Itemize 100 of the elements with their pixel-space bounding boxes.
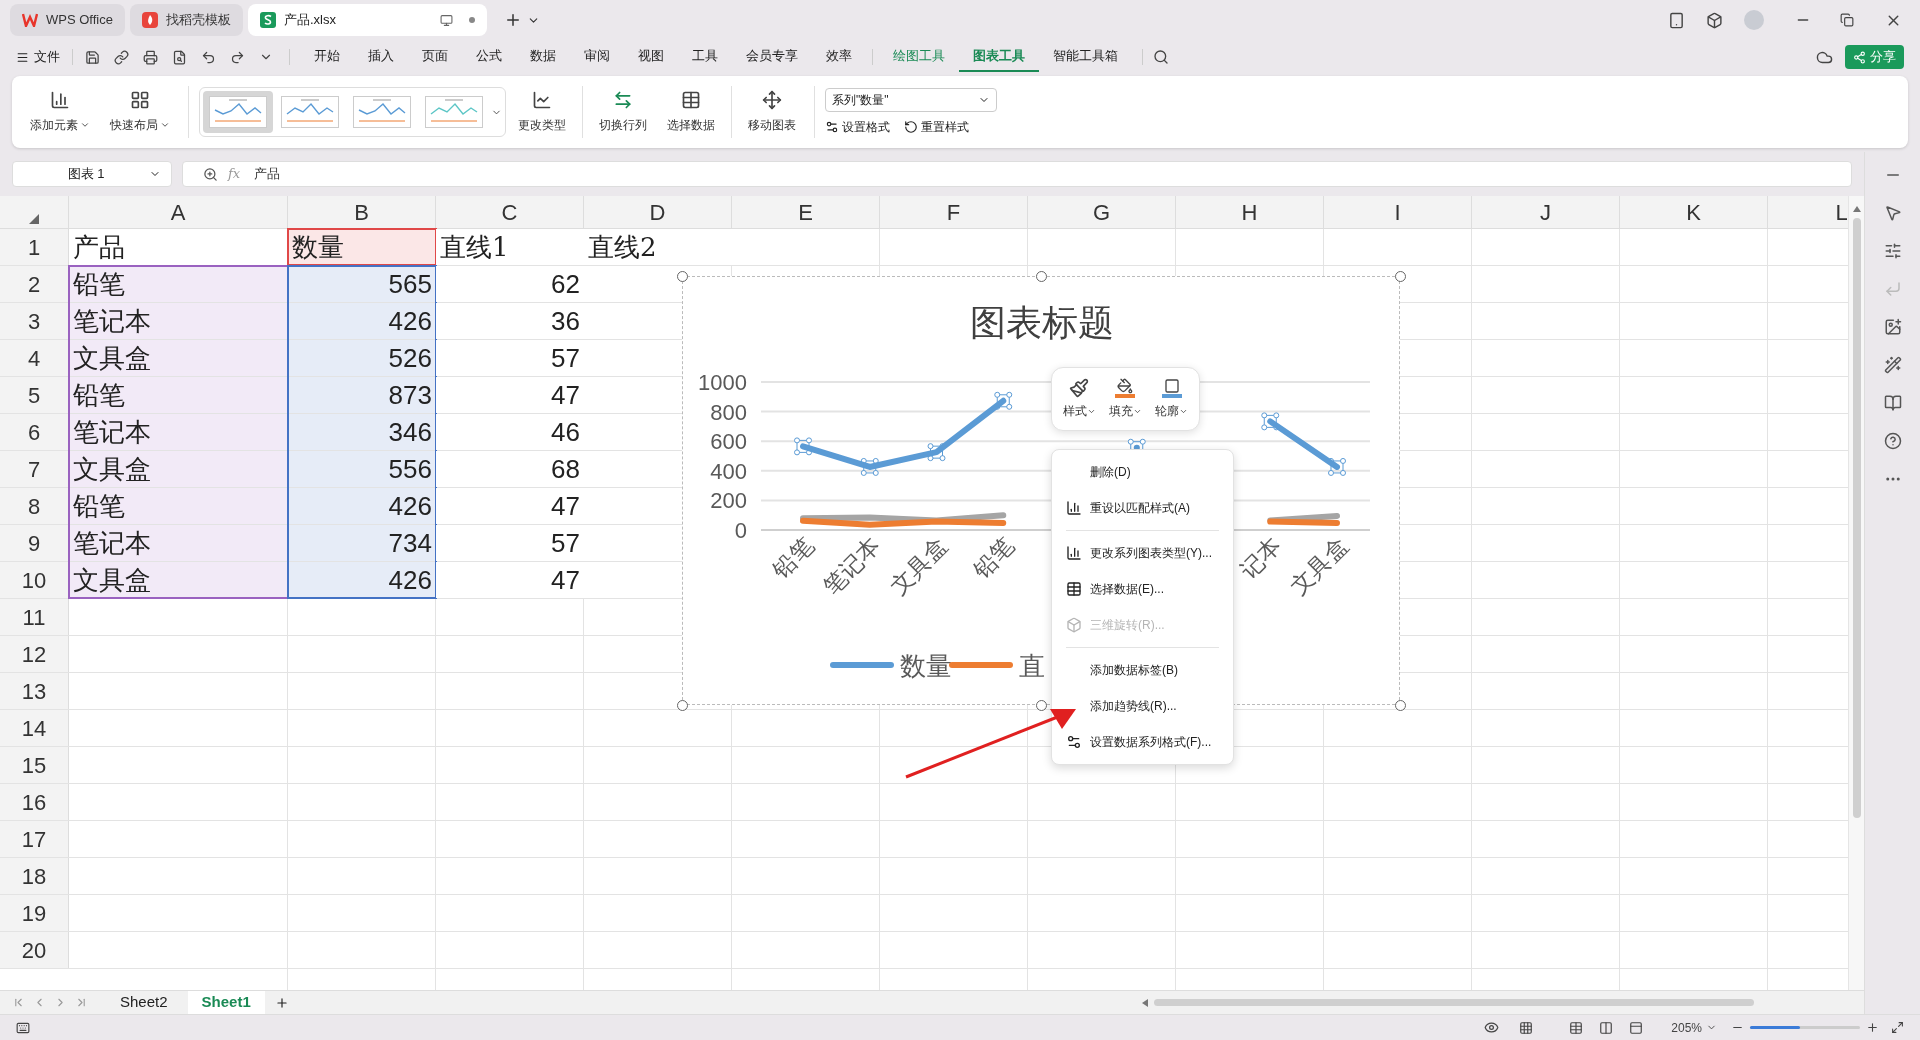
row-number[interactable]: 15 xyxy=(0,747,69,783)
sliders-icon[interactable] xyxy=(1883,242,1902,260)
ribbon-button[interactable]: 切换行列 xyxy=(591,80,655,144)
point-handle[interactable] xyxy=(1261,412,1280,431)
ribbon-button[interactable]: 快速布局 xyxy=(102,80,178,144)
point-handle[interactable] xyxy=(794,437,812,456)
ribbon-tab[interactable]: 开始 xyxy=(300,42,354,72)
ribbon-tab[interactable]: 插入 xyxy=(354,42,408,72)
restore-icon[interactable] xyxy=(1840,13,1854,27)
row-number[interactable]: 18 xyxy=(0,858,69,894)
point-handle[interactable] xyxy=(1328,457,1346,476)
column-header[interactable]: F xyxy=(880,196,1028,228)
point-handle[interactable] xyxy=(927,443,946,462)
cursor-icon[interactable] xyxy=(1883,204,1902,222)
row-number[interactable]: 14 xyxy=(0,710,69,746)
fullscreen-icon[interactable] xyxy=(1891,1021,1904,1034)
format-button[interactable]: 重置样式 xyxy=(904,118,969,136)
row-number[interactable]: 8 xyxy=(0,488,69,524)
column-header[interactable]: D xyxy=(584,196,732,228)
ribbon-tab[interactable]: 工具 xyxy=(678,42,732,72)
row-number[interactable]: 16 xyxy=(0,784,69,820)
page-view-icon[interactable] xyxy=(1599,1020,1614,1035)
keyboard-icon[interactable] xyxy=(16,1020,30,1035)
zoom-icon[interactable] xyxy=(203,166,218,182)
data-line[interactable] xyxy=(800,517,1340,528)
point-handle[interactable] xyxy=(860,457,879,476)
column-header[interactable]: H xyxy=(1176,196,1324,228)
zoom-in-icon[interactable] xyxy=(1866,1021,1879,1034)
normal-view-icon[interactable] xyxy=(1569,1020,1584,1035)
point-handle[interactable] xyxy=(994,391,1013,410)
horizontal-scrollbar[interactable] xyxy=(1154,999,1754,1006)
link-icon[interactable] xyxy=(114,49,129,65)
menu-item[interactable]: 更改系列图表类型(Y)... xyxy=(1052,535,1233,571)
row-number[interactable]: 2 xyxy=(0,266,69,302)
document-tab[interactable]: 产品.xlsx xyxy=(247,4,487,36)
column-header[interactable]: E xyxy=(732,196,880,228)
ribbon-tab[interactable]: 视图 xyxy=(624,42,678,72)
layout-view-icon[interactable] xyxy=(1629,1020,1644,1035)
column-header[interactable]: B xyxy=(288,196,436,228)
format-tool-button[interactable]: 样式 xyxy=(1062,378,1096,420)
menu-item[interactable]: 添加数据标签(B) xyxy=(1052,652,1233,688)
name-box[interactable]: 图表 1 xyxy=(12,161,172,187)
document-tab[interactable]: 找稻壳模板 xyxy=(129,4,243,36)
row-number[interactable]: 13 xyxy=(0,673,69,709)
row-number[interactable]: 3 xyxy=(0,303,69,339)
row-number[interactable]: 20 xyxy=(0,932,69,968)
search-icon[interactable] xyxy=(1153,49,1169,65)
help-icon[interactable] xyxy=(1883,432,1902,450)
zoom-slider[interactable] xyxy=(1750,1026,1860,1029)
row-number[interactable]: 1 xyxy=(0,229,69,265)
series-select[interactable]: 系列"数量" xyxy=(825,88,997,112)
row-number[interactable]: 6 xyxy=(0,414,69,450)
vertical-scrollbar[interactable] xyxy=(1852,218,1861,818)
image-icon[interactable] xyxy=(1883,318,1902,336)
row-number[interactable]: 10 xyxy=(0,562,69,598)
menu-item[interactable]: 删除(D) xyxy=(1052,454,1233,490)
preview-icon[interactable] xyxy=(172,49,187,65)
ribbon-tab[interactable]: 页面 xyxy=(408,42,462,72)
row-number[interactable]: 9 xyxy=(0,525,69,561)
row-number[interactable]: 7 xyxy=(0,451,69,487)
format-button[interactable]: 设置格式 xyxy=(825,118,890,136)
column-header[interactable]: A xyxy=(69,196,288,228)
resize-handle[interactable] xyxy=(677,271,688,282)
wand-icon[interactable] xyxy=(1883,356,1902,374)
resize-handle[interactable] xyxy=(677,700,688,711)
share-button[interactable]: 分享 xyxy=(1845,45,1904,69)
monitor-icon[interactable] xyxy=(439,13,453,27)
sheet-tab[interactable]: Sheet2 xyxy=(106,990,182,1015)
ribbon-tab[interactable]: 数据 xyxy=(516,42,570,72)
menu-item[interactable]: 重设以匹配样式(A) xyxy=(1052,490,1233,526)
formula-field[interactable]: 产品 xyxy=(254,164,281,184)
ribbon-tab[interactable]: 智能工具箱 xyxy=(1039,42,1132,72)
ribbon-tab[interactable]: 公式 xyxy=(462,42,516,72)
grid-icon[interactable] xyxy=(1519,1020,1534,1035)
column-header[interactable]: J xyxy=(1472,196,1620,228)
ribbon-button[interactable]: 选择数据 xyxy=(659,80,723,144)
column-header[interactable]: C xyxy=(436,196,584,228)
scroll-up-icon[interactable] xyxy=(1852,206,1861,212)
scroll-left-icon[interactable] xyxy=(1142,998,1148,1007)
format-tool-button[interactable]: 填充 xyxy=(1109,378,1142,420)
select-all-icon[interactable] xyxy=(29,214,39,224)
row-number[interactable]: 5 xyxy=(0,377,69,413)
sheet-tab[interactable]: Sheet1 xyxy=(187,990,265,1015)
document-tab[interactable]: WPS Office xyxy=(10,4,125,36)
ribbon-tab[interactable]: 图表工具 xyxy=(959,42,1039,72)
resize-handle[interactable] xyxy=(1036,271,1047,282)
resize-handle[interactable] xyxy=(1036,700,1047,711)
undo-icon[interactable] xyxy=(201,49,216,65)
redo-icon[interactable] xyxy=(230,49,245,65)
row-number[interactable]: 4 xyxy=(0,340,69,376)
tablet-icon[interactable] xyxy=(1668,11,1685,29)
column-header[interactable]: G xyxy=(1028,196,1176,228)
ribbon-button[interactable]: 更改类型 xyxy=(510,80,574,144)
menu-item[interactable]: 设置数据系列格式(F)... xyxy=(1052,724,1233,760)
printer-icon[interactable] xyxy=(143,49,158,65)
ribbon-tab[interactable]: 绘图工具 xyxy=(879,42,959,72)
menu-item[interactable]: 选择数据(E)... xyxy=(1052,571,1233,607)
save-icon[interactable] xyxy=(85,49,100,65)
column-header[interactable]: I xyxy=(1324,196,1472,228)
row-number[interactable]: 11 xyxy=(0,599,69,635)
